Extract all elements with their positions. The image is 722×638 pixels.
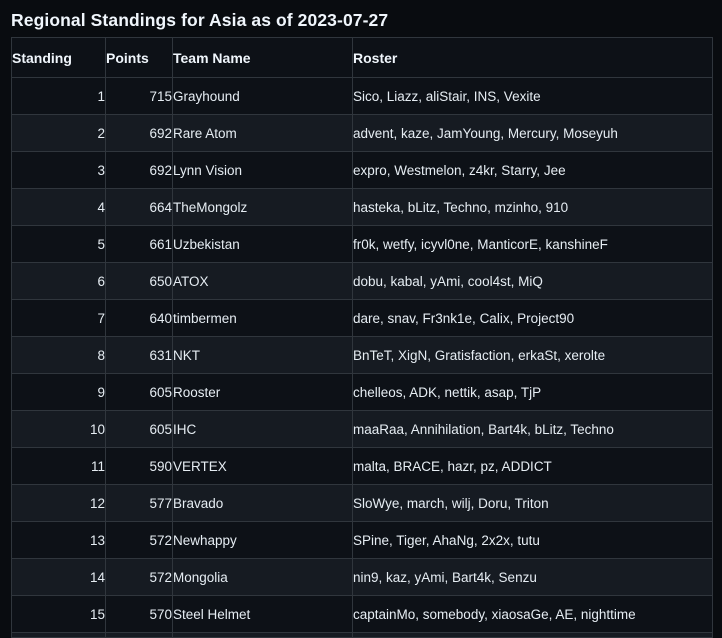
cell-roster: chelleos, ADK, nettik, asap, TjP xyxy=(352,373,713,411)
cell-team-name: Grayhound xyxy=(172,77,353,115)
cell-roster: SPine, Tiger, AhaNg, 2x2x, tutu xyxy=(352,521,713,559)
cell-points: 572 xyxy=(105,521,173,559)
cell-roster: malta, BRACE, hazr, pz, ADDICT xyxy=(352,447,713,485)
cell-points: 572 xyxy=(105,558,173,596)
cell-standing: 13 xyxy=(11,521,106,559)
cell-points: 577 xyxy=(105,484,173,522)
cell-points xyxy=(105,632,173,638)
cell-team-name: NKT xyxy=(172,336,353,374)
cell-points: 590 xyxy=(105,447,173,485)
cell-team-name: Rooster xyxy=(172,373,353,411)
table-row[interactable]: 1 715 Grayhound Sico, Liazz, aliStair, I… xyxy=(11,77,713,115)
cell-points: 605 xyxy=(105,410,173,448)
cell-points: 605 xyxy=(105,373,173,411)
cell-points: 570 xyxy=(105,595,173,633)
cell-standing: 15 xyxy=(11,595,106,633)
table-row[interactable]: 10 605 IHC maaRaa, Annihilation, Bart4k,… xyxy=(11,410,713,448)
table-row[interactable]: 8 631 NKT BnTeT, XigN, Gratisfaction, er… xyxy=(11,336,713,374)
table-row[interactable]: 15 570 Steel Helmet captainMo, somebody,… xyxy=(11,595,713,633)
cell-points: 631 xyxy=(105,336,173,374)
cell-standing: 12 xyxy=(11,484,106,522)
table-body: 1 715 Grayhound Sico, Liazz, aliStair, I… xyxy=(11,77,713,638)
cell-points: 664 xyxy=(105,188,173,226)
cell-points: 650 xyxy=(105,262,173,300)
cell-roster: BnTeT, XigN, Gratisfaction, erkaSt, xero… xyxy=(352,336,713,374)
table-row[interactable]: 2 692 Rare Atom advent, kaze, JamYoung, … xyxy=(11,114,713,152)
column-header-team-name[interactable]: Team Name xyxy=(172,37,353,78)
cell-roster: dobu, kabal, yAmi, cool4st, MiQ xyxy=(352,262,713,300)
cell-team-name: VERTEX xyxy=(172,447,353,485)
cell-roster: hasteka, bLitz, Techno, mzinho, 910 xyxy=(352,188,713,226)
cell-standing: 11 xyxy=(11,447,106,485)
table-row[interactable]: 9 605 Rooster chelleos, ADK, nettik, asa… xyxy=(11,373,713,411)
column-header-standing[interactable]: Standing xyxy=(11,37,106,78)
column-header-points[interactable]: Points xyxy=(105,37,173,78)
cell-standing: 10 xyxy=(11,410,106,448)
cell-standing: 7 xyxy=(11,299,106,337)
standings-table: Standing Points Team Name Roster 1 715 G… xyxy=(11,37,713,638)
cell-roster: Sico, Liazz, aliStair, INS, Vexite xyxy=(352,77,713,115)
cell-team-name: ATOX xyxy=(172,262,353,300)
cell-team-name: Steel Helmet xyxy=(172,595,353,633)
table-header: Standing Points Team Name Roster xyxy=(11,37,713,78)
cell-points: 640 xyxy=(105,299,173,337)
cell-roster xyxy=(352,632,713,638)
table-row[interactable]: 4 664 TheMongolz hasteka, bLitz, Techno,… xyxy=(11,188,713,226)
table-row[interactable]: 3 692 Lynn Vision expro, Westmelon, z4kr… xyxy=(11,151,713,189)
cell-roster: nin9, kaz, yAmi, Bart4k, Senzu xyxy=(352,558,713,596)
table-row[interactable]: 13 572 Newhappy SPine, Tiger, AhaNg, 2x2… xyxy=(11,521,713,559)
table-row[interactable]: 5 661 Uzbekistan fr0k, wetfy, icyvl0ne, … xyxy=(11,225,713,263)
cell-team-name: Bravado xyxy=(172,484,353,522)
cell-points: 715 xyxy=(105,77,173,115)
cell-team-name: Lynn Vision xyxy=(172,151,353,189)
page-title: Regional Standings for Asia as of 2023-0… xyxy=(11,10,389,30)
cell-standing: 3 xyxy=(11,151,106,189)
cell-standing xyxy=(11,632,106,638)
cell-standing: 9 xyxy=(11,373,106,411)
cell-team-name: timbermen xyxy=(172,299,353,337)
table-row[interactable]: 14 572 Mongolia nin9, kaz, yAmi, Bart4k,… xyxy=(11,558,713,596)
cell-team-name xyxy=(172,632,353,638)
table-row[interactable]: 7 640 timbermen dare, snav, Fr3nk1e, Cal… xyxy=(11,299,713,337)
page-root: Regional Standings for Asia as of 2023-0… xyxy=(0,0,722,638)
cell-team-name: Newhappy xyxy=(172,521,353,559)
cell-team-name: Rare Atom xyxy=(172,114,353,152)
cell-team-name: Mongolia xyxy=(172,558,353,596)
cell-roster: advent, kaze, JamYoung, Mercury, Moseyuh xyxy=(352,114,713,152)
cell-roster: captainMo, somebody, xiaosaGe, AE, night… xyxy=(352,595,713,633)
cell-team-name: Uzbekistan xyxy=(172,225,353,263)
cell-standing: 4 xyxy=(11,188,106,226)
cell-roster: expro, Westmelon, z4kr, Starry, Jee xyxy=(352,151,713,189)
cell-standing: 5 xyxy=(11,225,106,263)
cell-team-name: TheMongolz xyxy=(172,188,353,226)
cell-standing: 14 xyxy=(11,558,106,596)
cell-roster: SloWye, march, wilj, Doru, Triton xyxy=(352,484,713,522)
table-row-clipped[interactable] xyxy=(11,632,713,638)
table-header-row: Standing Points Team Name Roster xyxy=(11,37,713,78)
table-row[interactable]: 6 650 ATOX dobu, kabal, yAmi, cool4st, M… xyxy=(11,262,713,300)
cell-points: 661 xyxy=(105,225,173,263)
cell-standing: 1 xyxy=(11,77,106,115)
column-header-roster[interactable]: Roster xyxy=(352,37,713,78)
standings-table-container: Standing Points Team Name Roster 1 715 G… xyxy=(11,37,713,638)
cell-points: 692 xyxy=(105,151,173,189)
cell-standing: 2 xyxy=(11,114,106,152)
cell-points: 692 xyxy=(105,114,173,152)
cell-standing: 6 xyxy=(11,262,106,300)
table-row[interactable]: 11 590 VERTEX malta, BRACE, hazr, pz, AD… xyxy=(11,447,713,485)
cell-roster: maaRaa, Annihilation, Bart4k, bLitz, Tec… xyxy=(352,410,713,448)
cell-roster: fr0k, wetfy, icyvl0ne, ManticorE, kanshi… xyxy=(352,225,713,263)
cell-roster: dare, snav, Fr3nk1e, Calix, Project90 xyxy=(352,299,713,337)
table-row[interactable]: 12 577 Bravado SloWye, march, wilj, Doru… xyxy=(11,484,713,522)
cell-team-name: IHC xyxy=(172,410,353,448)
cell-standing: 8 xyxy=(11,336,106,374)
